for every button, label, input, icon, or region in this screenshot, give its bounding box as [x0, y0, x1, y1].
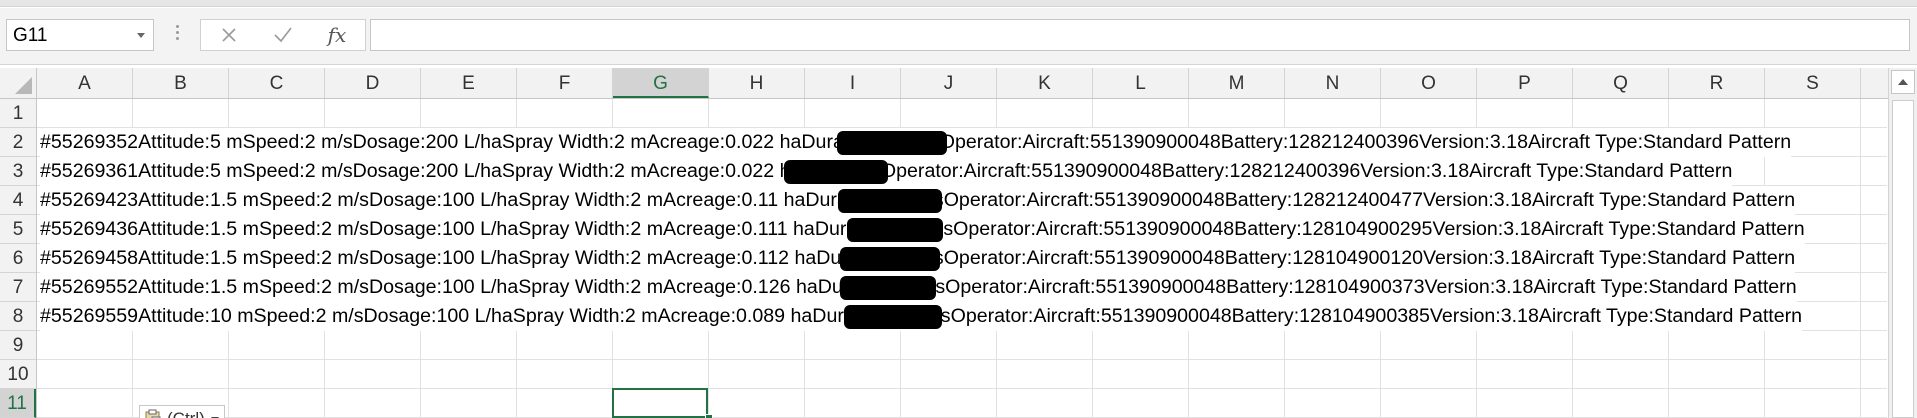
column-header-l[interactable]: L — [1093, 68, 1189, 98]
redaction-mark — [844, 305, 942, 329]
chevron-down-icon[interactable] — [137, 33, 145, 38]
column-header-q[interactable]: Q — [1573, 68, 1669, 98]
cell-text-tail: Aircraft:551390900048Battery:12810490037… — [1027, 276, 1797, 298]
check-icon — [274, 27, 292, 43]
column-header-f[interactable]: F — [517, 68, 613, 98]
column-headers: ABCDEFGHIJKLMNOPQRS — [0, 68, 1917, 99]
selected-cell[interactable] — [612, 388, 708, 418]
row-header-10[interactable]: 10 — [0, 360, 36, 389]
column-header-g[interactable]: G — [613, 68, 709, 98]
column-header-h[interactable]: H — [709, 68, 805, 98]
column-header-c[interactable]: C — [229, 68, 325, 98]
redaction-mark — [838, 189, 942, 213]
formula-bar-buttons: fx — [200, 19, 366, 51]
column-header-s[interactable]: S — [1765, 68, 1861, 98]
row-header-1[interactable]: 1 — [0, 99, 36, 128]
redaction-mark — [840, 276, 936, 300]
chevron-up-icon — [1898, 79, 1908, 85]
scroll-up-button[interactable] — [1891, 70, 1915, 94]
enter-button[interactable] — [257, 20, 309, 50]
column-header-r[interactable]: R — [1669, 68, 1765, 98]
row-header-9[interactable]: 9 — [0, 331, 36, 360]
row-header-8[interactable]: 8 — [0, 302, 36, 331]
cell-area[interactable]: #55269559Attitude:10 mSpeed:2 m/sDosage:… — [37, 99, 1887, 418]
column-header-b[interactable]: B — [133, 68, 229, 98]
clipboard-icon — [145, 409, 161, 418]
cell-text-tail: Aircraft:551390900048Battery:12821240039… — [1022, 131, 1792, 153]
column-header-o[interactable]: O — [1381, 68, 1477, 98]
cell-text-tail: Aircraft:551390900048Battery:12810490029… — [1035, 218, 1805, 240]
cell-text-tail: Aircraft:551390900048Battery:12821240039… — [963, 160, 1733, 182]
worksheet-grid: ABCDEFGHIJKLMNOPQRS 1 2 3 4 5 6 7 8 9 10 11 #55269… — [0, 68, 1917, 418]
redaction-mark — [784, 160, 888, 184]
cancel-button[interactable] — [203, 20, 255, 50]
column-header-k[interactable]: K — [997, 68, 1093, 98]
name-box-value: G11 — [13, 25, 48, 46]
row-header-2[interactable]: 2 — [0, 128, 36, 157]
redaction-mark — [840, 247, 940, 271]
formula-input[interactable] — [370, 19, 1910, 51]
paste-options-label: (Ctrl) — [167, 406, 205, 418]
row-header-5[interactable]: 5 — [0, 215, 36, 244]
row-headers: 1 2 3 4 5 6 7 8 9 10 11 — [0, 99, 37, 418]
formula-bar-row: G11 fx — [0, 8, 1917, 65]
excel-window: G11 fx ABCDEFGHIJKLMNOPQRS 1 2 3 4 5 6 7 8 9 10 11… — [0, 0, 1917, 418]
select-all-icon — [15, 77, 32, 94]
redaction-mark — [837, 131, 947, 155]
column-header-a[interactable]: A — [37, 68, 133, 98]
fx-icon: fx — [327, 23, 347, 47]
row-header-4[interactable]: 4 — [0, 186, 36, 215]
column-header-j[interactable]: J — [901, 68, 997, 98]
row-header-6[interactable]: 6 — [0, 244, 36, 273]
cell-text-tail: Aircraft:551390900048Battery:12821240047… — [1026, 189, 1796, 211]
cell-text-tail: Aircraft:551390900048Battery:12810490012… — [1026, 247, 1796, 269]
column-header-m[interactable]: M — [1189, 68, 1285, 98]
scroll-thumb[interactable] — [1892, 100, 1914, 418]
select-all-button[interactable] — [0, 68, 37, 98]
ribbon-edge — [0, 0, 1917, 7]
fill-handle[interactable] — [705, 414, 713, 418]
paste-options-button[interactable]: (Ctrl) — [139, 405, 225, 418]
column-header-d[interactable]: D — [325, 68, 421, 98]
row-header-11[interactable]: 11 — [0, 389, 36, 418]
column-header-e[interactable]: E — [421, 68, 517, 98]
row-header-7[interactable]: 7 — [0, 273, 36, 302]
insert-function-button[interactable]: fx — [311, 20, 363, 50]
column-header-p[interactable]: P — [1477, 68, 1573, 98]
redaction-mark — [847, 218, 943, 242]
cell-text-tail: Aircraft:551390900048Battery:12810490038… — [1033, 305, 1803, 327]
close-icon — [222, 28, 236, 42]
column-header-n[interactable]: N — [1285, 68, 1381, 98]
row-header-3[interactable]: 3 — [0, 157, 36, 186]
column-header-i[interactable]: I — [805, 68, 901, 98]
vertical-scrollbar[interactable] — [1888, 68, 1917, 418]
name-box[interactable]: G11 — [6, 19, 154, 51]
formula-bar-resize-handle[interactable] — [176, 22, 180, 46]
